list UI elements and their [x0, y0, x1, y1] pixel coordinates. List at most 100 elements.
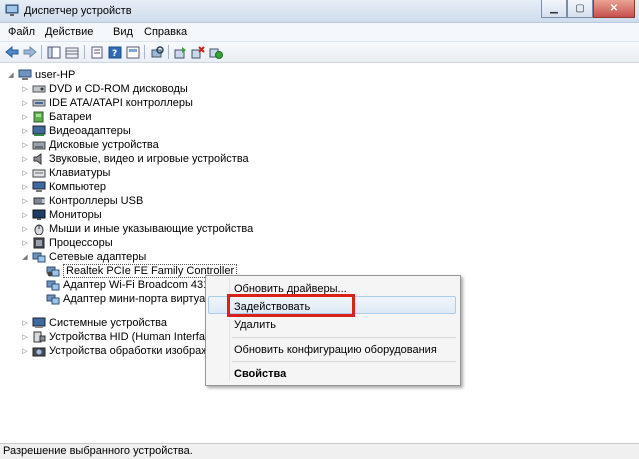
tree-item-computer[interactable]: ▷ Компьютер [20, 180, 106, 194]
view-button[interactable] [125, 44, 141, 60]
collapsed-arrow-icon[interactable]: ▷ [20, 239, 30, 247]
collapsed-arrow-icon[interactable]: ▷ [20, 85, 30, 93]
scan-hardware-button[interactable] [149, 44, 165, 60]
tree-item-network[interactable]: ◢ Сетевые адаптеры [20, 250, 146, 264]
close-icon: ✕ [609, 3, 619, 14]
ide-controller-icon [32, 97, 46, 109]
properties-button[interactable] [89, 44, 105, 60]
minimize-button[interactable]: ▁ [541, 0, 567, 18]
collapsed-arrow-icon[interactable]: ▷ [20, 169, 30, 177]
collapsed-arrow-icon[interactable]: ▷ [20, 127, 30, 135]
expanded-arrow-icon[interactable]: ◢ [6, 71, 16, 79]
tree-item-label: Сетевые адаптеры [49, 251, 147, 263]
tree-item-label: Дисковые устройства [49, 139, 159, 151]
network-adapter-icon [46, 293, 60, 305]
processor-icon [32, 237, 46, 249]
toolbar-separator [84, 45, 85, 59]
collapsed-arrow-icon[interactable]: ▷ [20, 225, 30, 233]
collapsed-arrow-icon[interactable]: ▷ [20, 347, 30, 355]
collapsed-arrow-icon[interactable]: ▷ [20, 155, 30, 163]
tree-item-dvd[interactable]: ▷ DVD и CD-ROM дисководы [20, 82, 188, 96]
menu-help[interactable]: Справка [144, 26, 187, 38]
tree-item-imaging[interactable]: ▷ Устройства обработки изображений [20, 344, 233, 358]
enable-device-icon [209, 48, 223, 59]
collapsed-arrow-icon[interactable]: ▷ [20, 99, 30, 107]
tree-item-label: Процессоры [49, 237, 113, 249]
network-adapter-disabled-icon [46, 265, 60, 277]
folder-grid-icon [65, 47, 79, 58]
maximize-icon: ▢ [575, 3, 585, 14]
menu-item-properties[interactable]: Свойства [234, 368, 286, 380]
tree-item-sound[interactable]: ▷ Звуковые, видео и игровые устройства [20, 152, 249, 166]
tree-item-mice[interactable]: ▷ Мыши и иные указывающие устройства [20, 222, 253, 236]
disk-drive-icon [32, 139, 46, 151]
update-driver-button[interactable] [172, 44, 188, 60]
menu-file[interactable]: Файл [8, 26, 35, 38]
menu-separator [232, 337, 456, 338]
scan-hardware-icon [151, 45, 164, 57]
tree-item-processors[interactable]: ▷ Процессоры [20, 236, 113, 250]
uninstall-button[interactable] [190, 44, 206, 60]
computer-icon [32, 181, 46, 193]
collapsed-arrow-icon[interactable]: ▷ [20, 211, 30, 219]
menu-item-scan-hardware[interactable]: Обновить конфигурацию оборудования [234, 344, 437, 356]
tree-item-broadcom[interactable]: Адаптер Wi-Fi Broadcom 4313GN [44, 278, 232, 292]
uninstall-x-icon [191, 45, 205, 58]
forward-arrow-icon [23, 46, 37, 58]
device-tree: ◢ user-HP ▷ DVD и CD-ROM дисководы ▷ IDE… [0, 63, 639, 443]
collapsed-arrow-icon[interactable]: ▷ [20, 333, 30, 341]
menu-action[interactable]: Действие [45, 26, 93, 38]
tree-root[interactable]: ◢ user-HP [6, 68, 75, 82]
tree-item-monitors[interactable]: ▷ Мониторы [20, 208, 102, 222]
toolbar: ? [0, 42, 639, 63]
context-menu: Обновить драйверы... Задействовать Удали… [205, 275, 461, 386]
battery-icon [32, 111, 46, 123]
window-title: Диспетчер устройств [24, 5, 132, 17]
monitor-icon [32, 209, 46, 221]
display-adapter-icon [32, 125, 46, 137]
up-level-button[interactable] [64, 44, 80, 60]
tree-item-label: Системные устройства [49, 317, 168, 329]
tree-item-usb[interactable]: ▷ Контроллеры USB [20, 194, 143, 208]
panel-view-icon [126, 46, 140, 58]
collapsed-arrow-icon[interactable]: ▷ [20, 183, 30, 191]
tree-item-label: Компьютер [49, 181, 106, 193]
close-button[interactable]: ✕ [593, 0, 635, 18]
toolbar-separator [41, 45, 42, 59]
camera-icon [32, 345, 46, 357]
collapsed-arrow-icon[interactable]: ▷ [20, 113, 30, 121]
speaker-icon [32, 153, 46, 165]
tree-item-keyboards[interactable]: ▷ Клавиатуры [20, 166, 110, 180]
tree-item-batteries[interactable]: ▷ Батареи [20, 110, 91, 124]
expanded-arrow-icon[interactable]: ◢ [20, 253, 30, 261]
menu-item-delete[interactable]: Удалить [234, 319, 276, 331]
toolbar-separator [168, 45, 169, 59]
maximize-button[interactable]: ▢ [567, 0, 593, 18]
help-button[interactable]: ? [107, 44, 123, 60]
annotation-highlight-box [227, 294, 355, 317]
menu-view[interactable]: Вид [113, 26, 133, 38]
enable-device-button[interactable] [208, 44, 224, 60]
tree-item-label: Мониторы [49, 209, 102, 221]
back-button[interactable] [4, 44, 20, 60]
dvd-drive-icon [32, 83, 46, 95]
tree-item-label: Клавиатуры [49, 167, 111, 179]
show-hide-tree-button[interactable] [46, 44, 62, 60]
collapsed-arrow-icon[interactable]: ▷ [20, 197, 30, 205]
minimize-icon: ▁ [550, 3, 558, 14]
tree-item-label: Мыши и иные указывающие устройства [49, 223, 254, 235]
collapsed-arrow-icon[interactable]: ▷ [20, 141, 30, 149]
svg-text:?: ? [112, 49, 117, 59]
tree-item-disks[interactable]: ▷ Дисковые устройства [20, 138, 159, 152]
collapsed-arrow-icon[interactable]: ▷ [20, 319, 30, 327]
tree-item-ide[interactable]: ▷ IDE ATA/ATAPI контроллеры [20, 96, 193, 110]
tree-item-video[interactable]: ▷ Видеоадаптеры [20, 124, 131, 138]
tree-item-system[interactable]: ▷ Системные устройства [20, 316, 167, 330]
tree-item-label: Видеоадаптеры [49, 125, 131, 137]
tree-item-label: Звуковые, видео и игровые устройства [49, 153, 249, 165]
forward-button[interactable] [22, 44, 38, 60]
tree-item-miniport[interactable]: Адаптер мини-порта виртуальн [44, 292, 223, 306]
mouse-icon [32, 223, 46, 235]
toolbar-separator [144, 45, 145, 59]
update-driver-icon [174, 46, 186, 58]
